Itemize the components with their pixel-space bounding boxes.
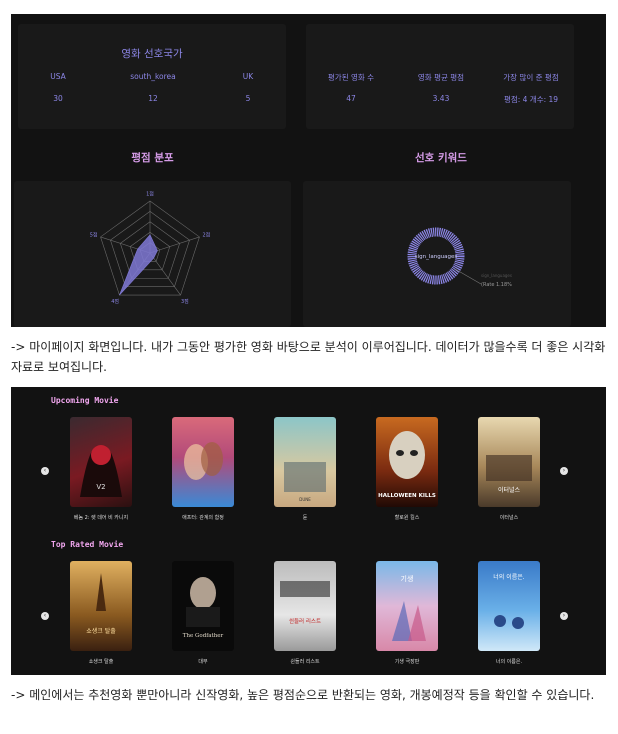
keyword-tooltip-rate: (Rate 1.18% [481,282,512,288]
country-value-usa: 30 [53,94,63,103]
poster-venom[interactable]: V2 [70,417,132,507]
svg-text:V2: V2 [96,483,105,491]
poster-text: 이터널스 [498,486,521,494]
radar-panel: 1점 2점 3점 4점 5점 [14,181,291,327]
title-parasite-anime[interactable]: 기생 극장판 [367,658,447,665]
poster-text: HALLOWEEN KILLS [378,493,436,499]
keyword-donut-chart: sign_languages sign_languages (Rate 1.18… [407,227,512,288]
keyword-title: 선호 키워드 [415,152,467,164]
title-shawshank[interactable]: 쇼생크 탈출 [61,658,141,665]
radar-axis-label: 5점 [90,232,98,239]
title-halloween[interactable]: 할로윈 킬스 [367,514,447,521]
top-rated-title: Top Rated Movie [51,540,124,549]
title-your-name[interactable]: 너의 이름은. [469,658,549,665]
poster-text: 기생 [401,574,414,583]
radar-axis-label: 4점 [111,298,119,305]
upcoming-next-arrow-icon[interactable]: › [560,467,568,475]
rating-distribution-title: 평점 분포 [131,152,174,164]
poster-text: DUNE [299,497,311,502]
title-venom[interactable]: 베놈 2: 렛 데어 비 카니지 [61,514,141,521]
upcoming-prev-arrow-icon[interactable]: ‹ [41,467,49,475]
poster-godfather[interactable]: The Godfather [172,561,234,651]
poster-parasite-anime[interactable]: 기생 [376,561,438,651]
poster-text: 쉰들러 리스트 [289,617,321,625]
caption-main: -> 메인에서는 추천영화 뿐만아니라 신작영화, 높은 평점순으로 반환되는 … [11,688,595,702]
poster-eternals[interactable]: 이터널스 [478,417,540,507]
top-rated-next-arrow-icon[interactable]: › [560,612,568,620]
country-label-uk: UK [242,72,254,81]
title-godfather[interactable]: 대부 [163,658,243,665]
poster-your-name[interactable]: 너의 이름은. [478,561,540,651]
rating-radar-chart: 1점 2점 3점 4점 5점 [90,191,211,305]
poster-halloween[interactable]: HALLOWEEN KILLS [376,417,438,507]
keyword-center-label: sign_languages [415,254,458,260]
main-screenshot: Upcoming Movie Top Rated Movie ‹ › ‹ › V… [11,387,606,675]
title-dune[interactable]: 듄 [265,514,345,521]
radar-axis-label: 2점 [202,232,210,239]
top-rated-prev-arrow-icon[interactable]: ‹ [41,612,49,620]
country-value-uk: 5 [245,94,251,103]
stat-label-average: 영화 평균 평점 [417,73,465,82]
title-schindler[interactable]: 쉰들러 리스트 [265,658,345,665]
poster-after[interactable] [172,417,234,507]
country-panel: 영화 선호국가 USA south_korea UK 30 12 5 [18,24,286,129]
stats-panel: 평가된 영화 수 영화 평균 평점 가장 많이 준 평점 47 3.43 평점:… [306,24,574,129]
radar-axis-label: 3점 [181,298,189,305]
caption-mypage: -> 마이페이지 화면입니다. 내가 그동안 평가한 영화 바탕으로 분석이 이… [11,340,606,374]
stat-label-most: 가장 많이 준 평점 [503,73,559,82]
poster-shawshank[interactable]: 쇼생크 탈출 [70,561,132,651]
stat-value-count: 47 [346,94,356,103]
country-value-korea: 12 [148,94,158,103]
stat-value-average: 3.43 [432,94,450,103]
poster-text: 너의 이름은. [493,573,525,581]
title-eternals[interactable]: 이터널스 [469,514,549,521]
country-label-usa: USA [50,72,66,81]
country-title: 영화 선호국가 [121,48,183,60]
poster-text: 쇼생크 탈출 [86,627,116,635]
keyword-tooltip-line [454,268,482,285]
keyword-tooltip-name: sign_languages [481,273,512,278]
keyword-panel: sign_languages sign_languages (Rate 1.18… [303,181,571,327]
stat-label-count: 평가된 영화 수 [327,73,375,82]
country-label-korea: south_korea [130,72,176,81]
poster-text: The Godfather [183,633,224,639]
radar-axis-line [149,252,181,296]
title-after[interactable]: 애프터: 관계의 함정 [163,514,243,521]
radar-axis-label: 1점 [146,191,154,198]
stat-value-most: 평점: 4 개수: 19 [503,95,559,104]
poster-schindler[interactable]: 쉰들러 리스트 [274,561,336,651]
mypage-screenshot: 영화 선호국가 USA south_korea UK 30 12 5 평가된 영… [11,14,606,327]
radar-data-area [119,234,158,296]
poster-dune[interactable]: DUNE [274,417,336,507]
upcoming-title: Upcoming Movie [51,396,119,405]
